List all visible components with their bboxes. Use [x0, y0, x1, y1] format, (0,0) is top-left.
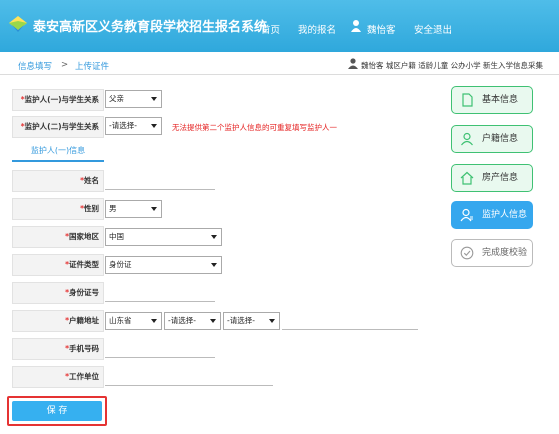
logo-icon — [9, 16, 27, 32]
tab-guardian1-info[interactable]: 监护人(一)信息 — [12, 142, 104, 162]
nav-logout[interactable]: 安全退出 — [414, 22, 452, 36]
country-select[interactable]: 中国 — [105, 228, 222, 246]
work-input[interactable] — [105, 368, 273, 386]
chevron-down-icon — [210, 319, 216, 323]
chevron-down-icon — [211, 263, 217, 267]
gender-select[interactable]: 男 — [105, 200, 162, 218]
id-type-select[interactable]: 身份证 — [105, 256, 222, 274]
breadcrumb-fill-info[interactable]: 信息填写 — [18, 60, 52, 72]
user-icon — [351, 20, 361, 32]
chevron-down-icon — [211, 235, 217, 239]
id-type-label: *证件类型 — [12, 254, 104, 276]
relation2-label: *监护人(二)与学生关系 — [12, 116, 104, 138]
chevron-down-icon — [151, 124, 157, 128]
name-input[interactable] — [105, 172, 215, 190]
chevron-down-icon — [151, 319, 157, 323]
system-title: 泰安高新区义务教育段学校招生报名系统 — [33, 20, 268, 35]
check-circle-icon — [460, 246, 474, 260]
side-household-info[interactable]: 户籍信息 — [451, 125, 533, 153]
save-highlight: 保 存 — [7, 396, 107, 426]
guardian2-warning: 无法提供第二个监护人信息的可重复填写监护人一 — [172, 123, 337, 132]
name-label: *姓名 — [12, 170, 104, 192]
chevron-down-icon — [269, 319, 275, 323]
relation2-select[interactable]: -请选择- — [105, 117, 162, 135]
id-number-label: *身份证号 — [12, 282, 104, 304]
work-label: *工作单位 — [12, 366, 104, 388]
phone-input[interactable] — [105, 340, 215, 358]
phone-label: *手机号码 — [12, 338, 104, 360]
country-label: *国家地区 — [12, 226, 104, 248]
gender-label: *性别 — [12, 198, 104, 220]
relation1-label: *监护人(一)与学生关系 — [12, 89, 104, 111]
side-completeness-check[interactable]: 完成度校验 — [451, 239, 533, 267]
breadcrumb-upload-docs[interactable]: 上传证件 — [75, 60, 109, 72]
document-icon — [462, 93, 473, 107]
chevron-down-icon — [151, 97, 157, 101]
house-icon — [460, 171, 474, 185]
guardian-icon — [460, 208, 473, 222]
student-info: 魏怡客 城区户籍 适龄儿童 公办小学 新生入学信息采集 — [361, 61, 544, 70]
side-basic-info[interactable]: 基本信息 — [451, 86, 533, 114]
relation1-select[interactable]: 父亲 — [105, 90, 162, 108]
city-select[interactable]: -请选择- — [164, 312, 221, 330]
breadcrumb: 信息填写 > 上传证件 魏怡客 城区户籍 适龄儿童 公办小学 新生入学信息采集 — [0, 52, 559, 75]
nav-home[interactable]: 首页 — [261, 22, 280, 36]
nav-my-signup[interactable]: 我的报名 — [298, 22, 336, 36]
student-icon — [348, 58, 358, 69]
street-address-input[interactable] — [282, 312, 418, 330]
household-label: *户籍地址 — [12, 310, 104, 332]
district-select[interactable]: -请选择- — [223, 312, 280, 330]
id-number-input[interactable] — [105, 284, 215, 302]
nav-user[interactable]: 魏怡客 — [367, 22, 396, 36]
province-select[interactable]: 山东省 — [105, 312, 162, 330]
chevron-down-icon — [151, 207, 157, 211]
side-guardian-info[interactable]: 监护人信息 — [451, 201, 533, 229]
save-button[interactable]: 保 存 — [12, 401, 102, 421]
top-header: 泰安高新区义务教育段学校招生报名系统 首页 我的报名 魏怡客 安全退出 — [0, 0, 559, 52]
person-icon — [461, 132, 473, 146]
side-property-info[interactable]: 房产信息 — [451, 164, 533, 192]
breadcrumb-separator: > — [61, 60, 69, 70]
